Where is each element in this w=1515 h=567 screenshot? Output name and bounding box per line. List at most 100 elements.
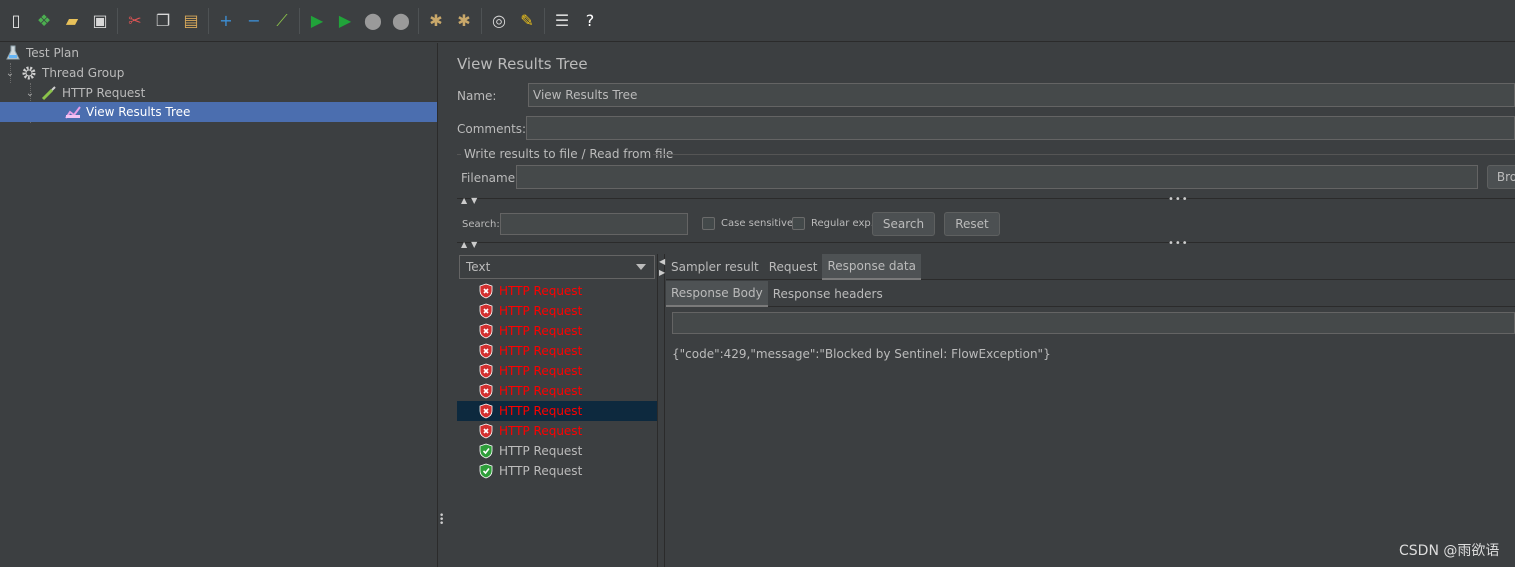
success-shield-icon [479, 443, 493, 459]
collapse-arrows-icon[interactable]: ▲▼ [461, 196, 481, 205]
toggle-icon[interactable]: ⟋ [269, 8, 295, 34]
renderer-select[interactable]: Text [459, 255, 655, 279]
error-shield-icon [479, 363, 493, 379]
shutdown-icon[interactable]: ⬤ [388, 8, 414, 34]
tree-item-thread-group[interactable]: ⌄ Thread Group [4, 63, 437, 83]
grip-dots-icon: ••• [1168, 194, 1189, 205]
grip-dots-icon: ••• [1168, 238, 1189, 249]
results-splitter[interactable]: ◀ ▶ [657, 254, 665, 567]
start-no-pauses-icon[interactable]: ▶ [332, 8, 358, 34]
name-field[interactable]: View Results Tree [528, 83, 1515, 107]
case-sensitive-label: Case sensitive [721, 218, 794, 229]
comments-label: Comments: [457, 122, 527, 136]
view-results-tree-panel: View Results Tree Name: View Results Tre… [447, 43, 1515, 567]
filename-field[interactable] [516, 165, 1478, 189]
result-item[interactable]: HTTP Request [457, 301, 657, 321]
reset-button[interactable]: Reset [944, 212, 1000, 236]
page-title: View Results Tree [457, 55, 588, 73]
toolbar-separator [418, 7, 419, 34]
error-shield-icon [479, 423, 493, 439]
result-item[interactable]: HTTP Request [457, 341, 657, 361]
chevron-down-icon[interactable]: ⌄ [4, 67, 16, 79]
result-item-label: HTTP Request [499, 404, 583, 418]
new-icon[interactable]: ▯ [3, 8, 29, 34]
reset-search-icon[interactable]: ✎ [514, 8, 540, 34]
collapse-right-icon[interactable]: ▶ [659, 268, 665, 277]
expand-icon[interactable]: + [213, 8, 239, 34]
chevron-down-icon[interactable]: ⌄ [24, 87, 36, 99]
collapse-arrows-icon[interactable]: ▲▼ [461, 240, 481, 249]
tree-item-label: HTTP Request [62, 86, 146, 100]
save-icon[interactable]: ▣ [87, 8, 113, 34]
result-item-label: HTTP Request [499, 344, 583, 358]
result-item-label: HTTP Request [499, 444, 583, 458]
tree-item-http-request[interactable]: ⌄ HTTP Request [24, 83, 437, 103]
tab-response-data[interactable]: Response data [822, 253, 921, 280]
error-shield-icon [479, 383, 493, 399]
start-icon[interactable]: ▶ [304, 8, 330, 34]
tab-sampler-result[interactable]: Sampler result [666, 254, 764, 280]
result-item-label: HTTP Request [499, 464, 583, 478]
result-item[interactable]: HTTP Request [457, 421, 657, 441]
clear-icon[interactable]: ✱ [423, 8, 449, 34]
browse-button[interactable]: Bro [1487, 165, 1515, 189]
result-item[interactable]: HTTP Request [457, 381, 657, 401]
case-sensitive-checkbox[interactable] [702, 217, 715, 230]
name-field-value: View Results Tree [533, 88, 638, 102]
copy-icon[interactable]: ❐ [150, 8, 176, 34]
success-shield-icon [479, 463, 493, 479]
regex-label: Regular exp. [811, 218, 874, 229]
result-item-label: HTTP Request [499, 284, 583, 298]
resize-divider[interactable]: ▲▼ ••• [457, 194, 1515, 207]
cut-icon[interactable]: ✂ [122, 8, 148, 34]
search-input[interactable] [500, 213, 688, 235]
collapse-icon[interactable]: − [241, 8, 267, 34]
error-shield-icon [479, 283, 493, 299]
pipette-icon [40, 84, 58, 102]
toolbar-separator [544, 7, 545, 34]
results-list: Text HTTP Request HTTP Request HTTP Reques… [457, 254, 657, 567]
toolbar-separator [117, 7, 118, 34]
comments-field[interactable] [526, 116, 1515, 140]
result-tabs: Sampler result Request Response data [666, 253, 1515, 280]
splitter-grip-icon[interactable]: • • • [439, 512, 444, 529]
main-splitter[interactable] [437, 43, 446, 567]
error-shield-icon [479, 303, 493, 319]
result-item[interactable]: HTTP Request [457, 321, 657, 341]
resize-divider[interactable]: ▲▼ ••• [457, 238, 1515, 251]
tree-item-test-plan[interactable]: Test Plan [4, 43, 437, 63]
response-search-field[interactable] [672, 312, 1515, 334]
tab-response-headers[interactable]: Response headers [768, 281, 888, 307]
function-helper-icon[interactable]: ☰ [549, 8, 575, 34]
error-shield-icon [479, 343, 493, 359]
search-button[interactable]: Search [872, 212, 935, 236]
tree-item-label: Thread Group [42, 66, 125, 80]
paste-icon[interactable]: ▤ [178, 8, 204, 34]
result-item[interactable]: HTTP Request [457, 361, 657, 381]
result-item[interactable]: HTTP Request [457, 441, 657, 461]
tree-item-label: Test Plan [26, 46, 79, 60]
fieldset-border [457, 154, 461, 155]
response-subtabs: Response Body Response headers [666, 280, 1515, 307]
help-icon[interactable]: ? [577, 8, 603, 34]
stop-icon[interactable]: ⬤ [360, 8, 386, 34]
tab-response-body[interactable]: Response Body [666, 280, 768, 307]
open-icon[interactable]: ▰ [59, 8, 85, 34]
result-item[interactable]: HTTP Request [457, 281, 657, 301]
clear-all-icon[interactable]: ✱ [451, 8, 477, 34]
regex-checkbox[interactable] [792, 217, 805, 230]
main-toolbar: ▯ ❖ ▰ ▣ ✂ ❐ ▤ + − ⟋ ▶ ▶ ⬤ ⬤ ✱ ✱ ◎ ✎ ☰? [0, 0, 1515, 42]
tab-request[interactable]: Request [764, 254, 823, 280]
toolbar-separator [208, 7, 209, 34]
fieldset-legend: Write results to file / Read from file [464, 147, 674, 161]
result-item-label: HTTP Request [499, 364, 583, 378]
result-item[interactable]: HTTP Request [457, 461, 657, 481]
error-shield-icon [479, 323, 493, 339]
tree-item-view-results-tree[interactable]: View Results Tree [0, 102, 437, 122]
result-item-label: HTTP Request [499, 384, 583, 398]
templates-icon[interactable]: ❖ [31, 8, 57, 34]
collapse-left-icon[interactable]: ◀ [659, 257, 665, 266]
search-icon[interactable]: ◎ [486, 8, 512, 34]
result-item[interactable]: HTTP Request [457, 401, 657, 421]
tree-item-label: View Results Tree [86, 105, 191, 119]
